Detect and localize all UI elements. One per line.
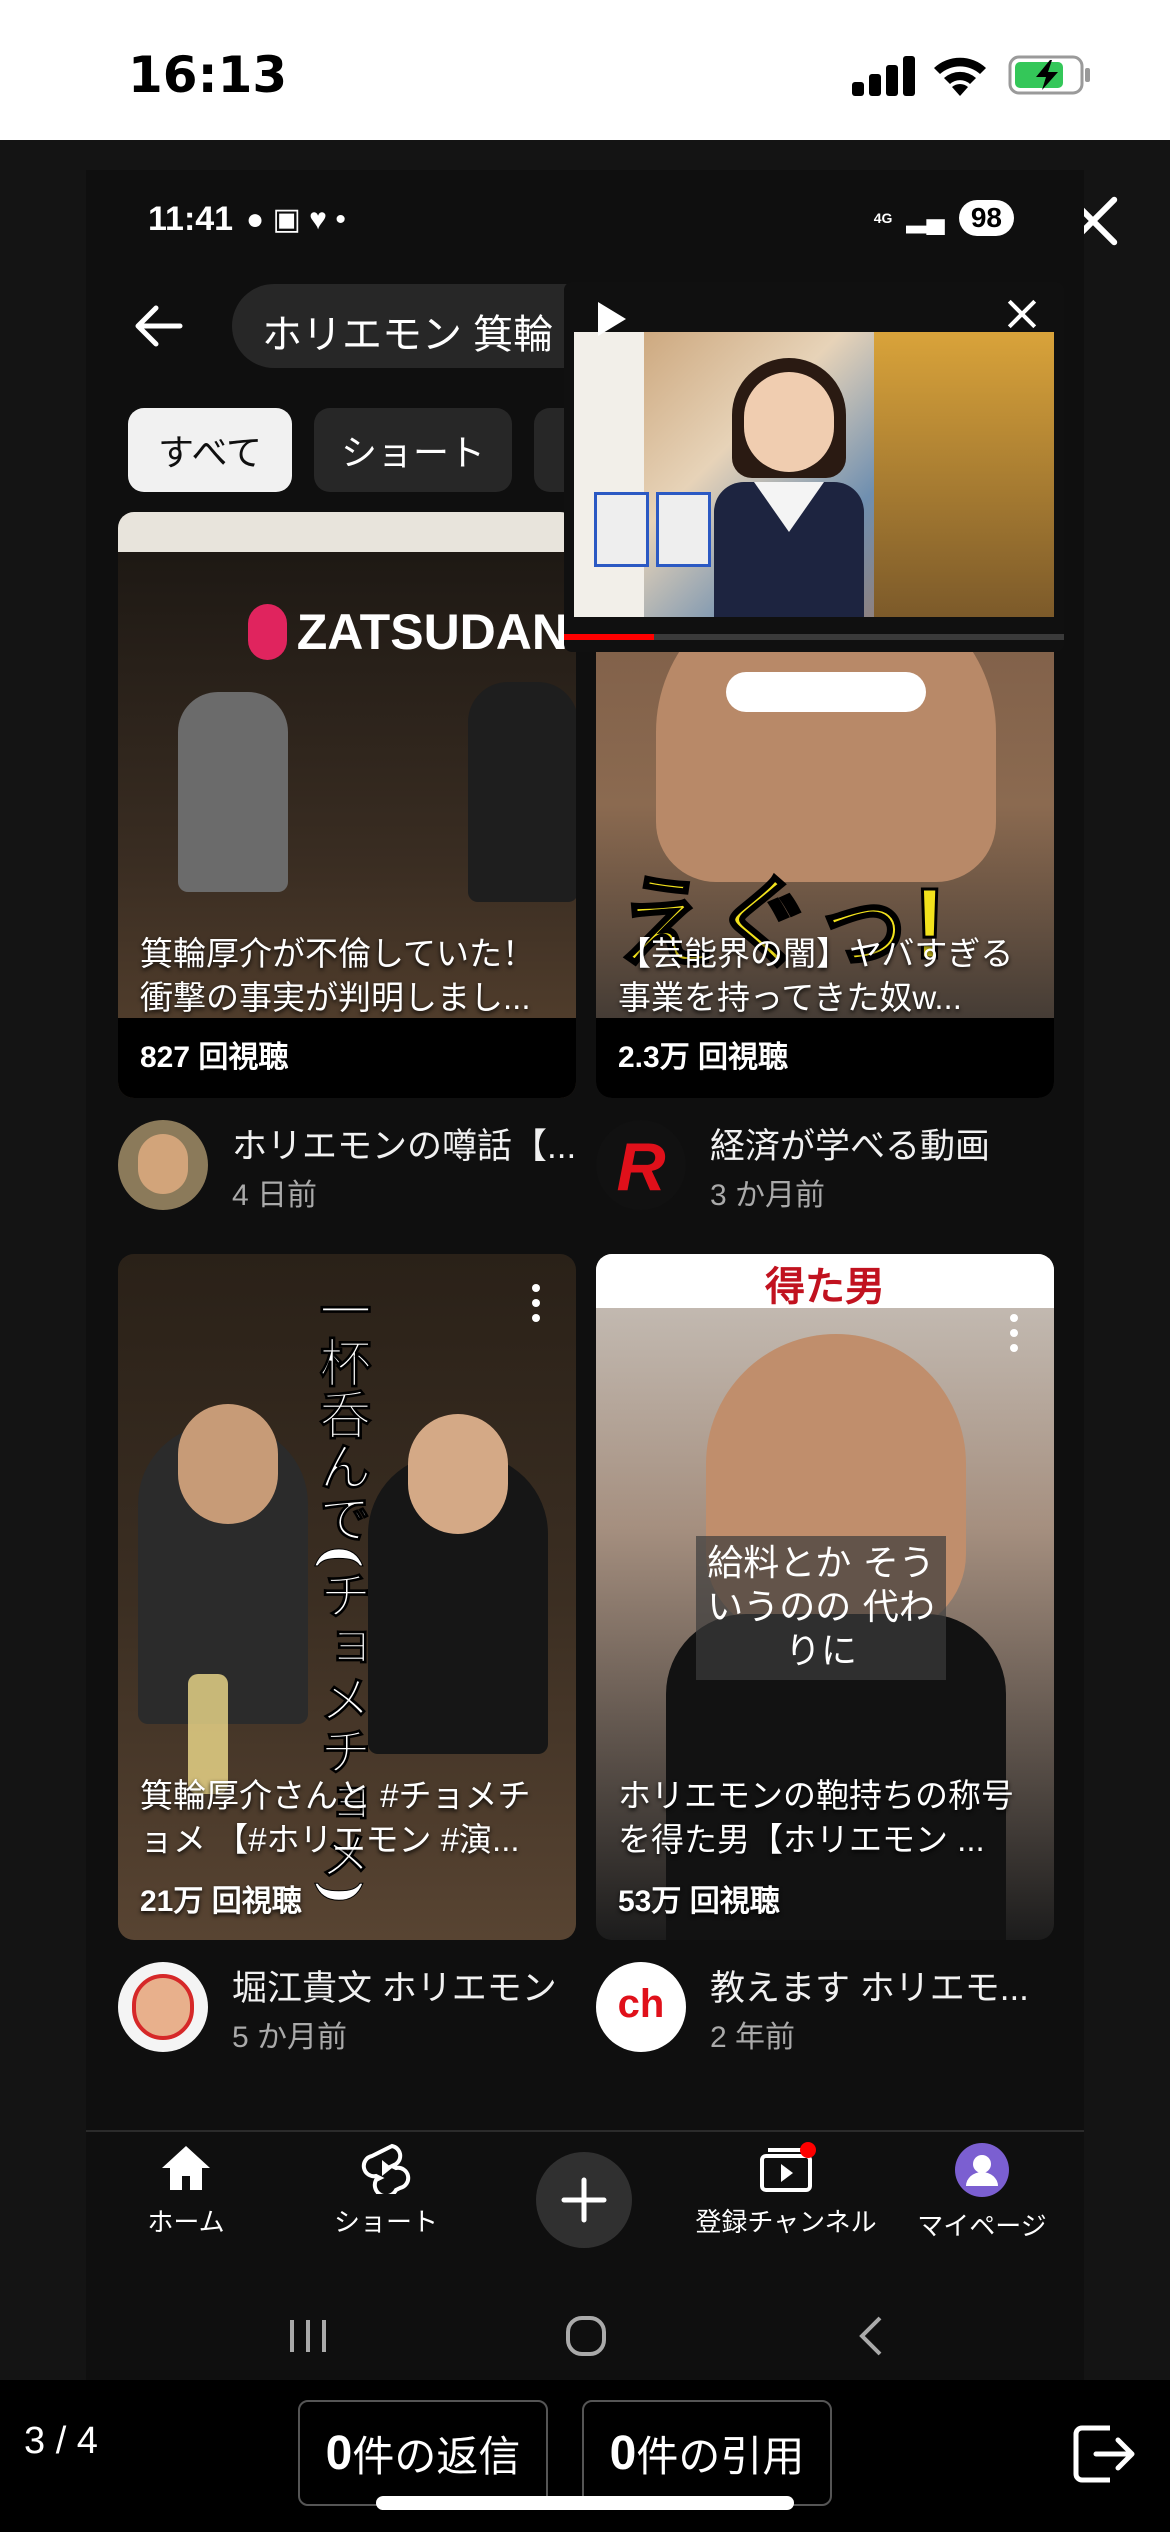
upload-age: 4 日前: [232, 1179, 318, 1212]
home-circle-icon[interactable]: [564, 2314, 608, 2358]
chip-shorts[interactable]: ショート: [314, 408, 512, 492]
nav-label: 登録チャンネル: [695, 2207, 877, 2237]
thumb-top-strip: [118, 512, 576, 552]
mini-player-progress-fill: [564, 634, 654, 640]
dot-icon: •: [335, 203, 346, 236]
quotes-button[interactable]: 0 件の引用: [582, 2400, 832, 2506]
video-title: ホリエモンの鞄持ちの称号を得た男【ホリエモン ...: [618, 1777, 1014, 1858]
network-type: 4G: [873, 210, 893, 226]
shorts-icon: [361, 2143, 411, 2194]
channel-name[interactable]: ホリエモンの噂話【...: [232, 1118, 576, 1169]
play-icon[interactable]: [584, 294, 634, 344]
video-card-1[interactable]: ZATSUDAN 箕輪厚介が不倫していた！衝撃の事実が判明しまし... 827 …: [118, 512, 576, 1098]
mini-player-close-icon[interactable]: [1004, 296, 1040, 332]
video-title: 箕輪厚介さんと #チョメチョメ 【#ホリエモン #演...: [140, 1777, 531, 1858]
chip-all[interactable]: すべて: [128, 408, 292, 492]
back-chevron-icon[interactable]: [852, 2314, 896, 2358]
cellular-signal-icon: [852, 56, 916, 96]
inner-notification-icons: ● ▣ ♥ •: [246, 202, 346, 237]
upload-age: 5 か月前: [232, 2021, 348, 2054]
thumb-top-caption: 得た男: [596, 1254, 1054, 1309]
pip-left-figure: [574, 332, 644, 617]
video-card-3[interactable]: 一杯呑んで(チョメチョメ) 箕輪厚介さんと #チョメチョメ 【#ホリエモン #演…: [118, 1254, 576, 1940]
create-icon: [561, 2177, 607, 2223]
mini-player-progress: [564, 634, 1064, 640]
inner-clock: 11:41: [148, 200, 234, 238]
channel-avatar[interactable]: [118, 1120, 208, 1210]
mini-player-video[interactable]: [574, 332, 1054, 617]
person-right-face: [408, 1414, 508, 1534]
home-indicator[interactable]: [376, 2496, 794, 2510]
outer-clock: 16:13: [128, 46, 288, 104]
channel-name[interactable]: 教えます ホリエモ...: [710, 1960, 1029, 2011]
view-count: 2.3万 回視聴: [618, 1041, 789, 1074]
quotes-label: 件の引用: [636, 2432, 805, 2480]
subscriptions-icon: [760, 2142, 816, 2192]
nav-home[interactable]: ホーム: [96, 2142, 276, 2239]
line-icon: ●: [246, 203, 265, 236]
replies-button[interactable]: 0 件の返信: [298, 2400, 548, 2506]
zatsudan-logo-text: ZATSUDAN: [296, 604, 568, 660]
more-options-icon[interactable]: [1010, 1314, 1020, 1358]
pip-inset-photo-2: [656, 492, 711, 567]
channel-avatar[interactable]: ch: [596, 1962, 686, 2052]
mini-player[interactable]: [564, 282, 1064, 652]
channel-name[interactable]: 堀江貴文 ホリエモン: [232, 1960, 557, 2011]
wifi-icon: [934, 57, 986, 96]
attached-screenshot: 11:41 ● ▣ ♥ • 4G ▂▄ 98 ホリエモン 箕輪 すべて ショート: [86, 170, 1084, 2400]
profile-icon: [955, 2143, 1009, 2197]
zatsudan-logo: ZATSUDAN: [248, 592, 568, 672]
pip-person: [714, 352, 864, 617]
create-button[interactable]: [536, 2152, 632, 2248]
bottom-nav: ホーム ショート 登録チャンネル マイページ: [86, 2130, 1084, 2280]
heart-icon: ♥: [309, 203, 327, 236]
share-icon[interactable]: [1070, 2420, 1138, 2488]
more-options-icon[interactable]: [532, 1284, 542, 1328]
battery-charging-icon: [1008, 55, 1090, 95]
video-title: 箕輪厚介が不倫していた！衝撃の事実が判明しまし...: [140, 935, 536, 1016]
view-count: 21万 回視聴: [140, 1885, 302, 1918]
recent-apps-icon[interactable]: [286, 2316, 330, 2356]
video-title: 【芸能界の闇】ヤバすぎる事業を持ってきた奴w...: [618, 935, 1014, 1016]
page-indicator: 3 / 4: [24, 2420, 98, 2462]
upload-age: 2 年前: [710, 2021, 796, 2054]
teeth: [726, 672, 926, 712]
view-count: 827 回視聴: [140, 1041, 289, 1074]
home-icon: [162, 2146, 210, 2190]
back-arrow-icon[interactable]: [130, 298, 186, 354]
zatsudan-logo-icon: [248, 604, 287, 660]
person-left-face: [178, 1404, 278, 1524]
upload-age: 3 か月前: [710, 1179, 826, 1212]
outer-status-bar: 16:13: [0, 0, 1170, 140]
speaker-figure-2: [468, 682, 576, 902]
video-card-4[interactable]: 得た男 給料とか そういうのの 代わりに ホリエモンの鞄持ちの称号を得た男【ホリ…: [596, 1254, 1054, 1940]
channel-avatar[interactable]: [118, 1962, 208, 2052]
channel-avatar-letters: ch: [617, 1982, 665, 2026]
channel-avatar[interactable]: R: [596, 1120, 686, 1210]
pip-right-backdrop: [874, 332, 1054, 617]
inner-status-right: 4G ▂▄ 98: [874, 200, 1014, 236]
replies-count: 0: [325, 2426, 353, 2480]
nav-profile[interactable]: マイページ: [892, 2142, 1072, 2243]
channel-avatar-letter: R: [616, 1129, 666, 1205]
replies-label: 件の返信: [352, 2432, 521, 2480]
nav-label: マイページ: [917, 2211, 1047, 2241]
nav-shorts[interactable]: ショート: [296, 2142, 476, 2239]
speaker-figure-1: [178, 692, 288, 892]
quotes-count: 0: [609, 2426, 637, 2480]
screenshot-icon: ▣: [272, 203, 301, 236]
nav-label: ショート: [333, 2207, 438, 2237]
nav-subscriptions[interactable]: 登録チャンネル: [686, 2142, 886, 2239]
thumb-caption: 給料とか そういうのの 代わりに: [696, 1536, 946, 1680]
pip-inset-photo-1: [594, 492, 649, 567]
inner-battery: 98: [958, 200, 1014, 236]
inner-signal-icon: ▂▄: [906, 202, 945, 233]
nav-label: ホーム: [147, 2207, 225, 2237]
view-count: 53万 回視聴: [618, 1885, 780, 1918]
channel-name[interactable]: 経済が学べる動画: [710, 1118, 990, 1169]
